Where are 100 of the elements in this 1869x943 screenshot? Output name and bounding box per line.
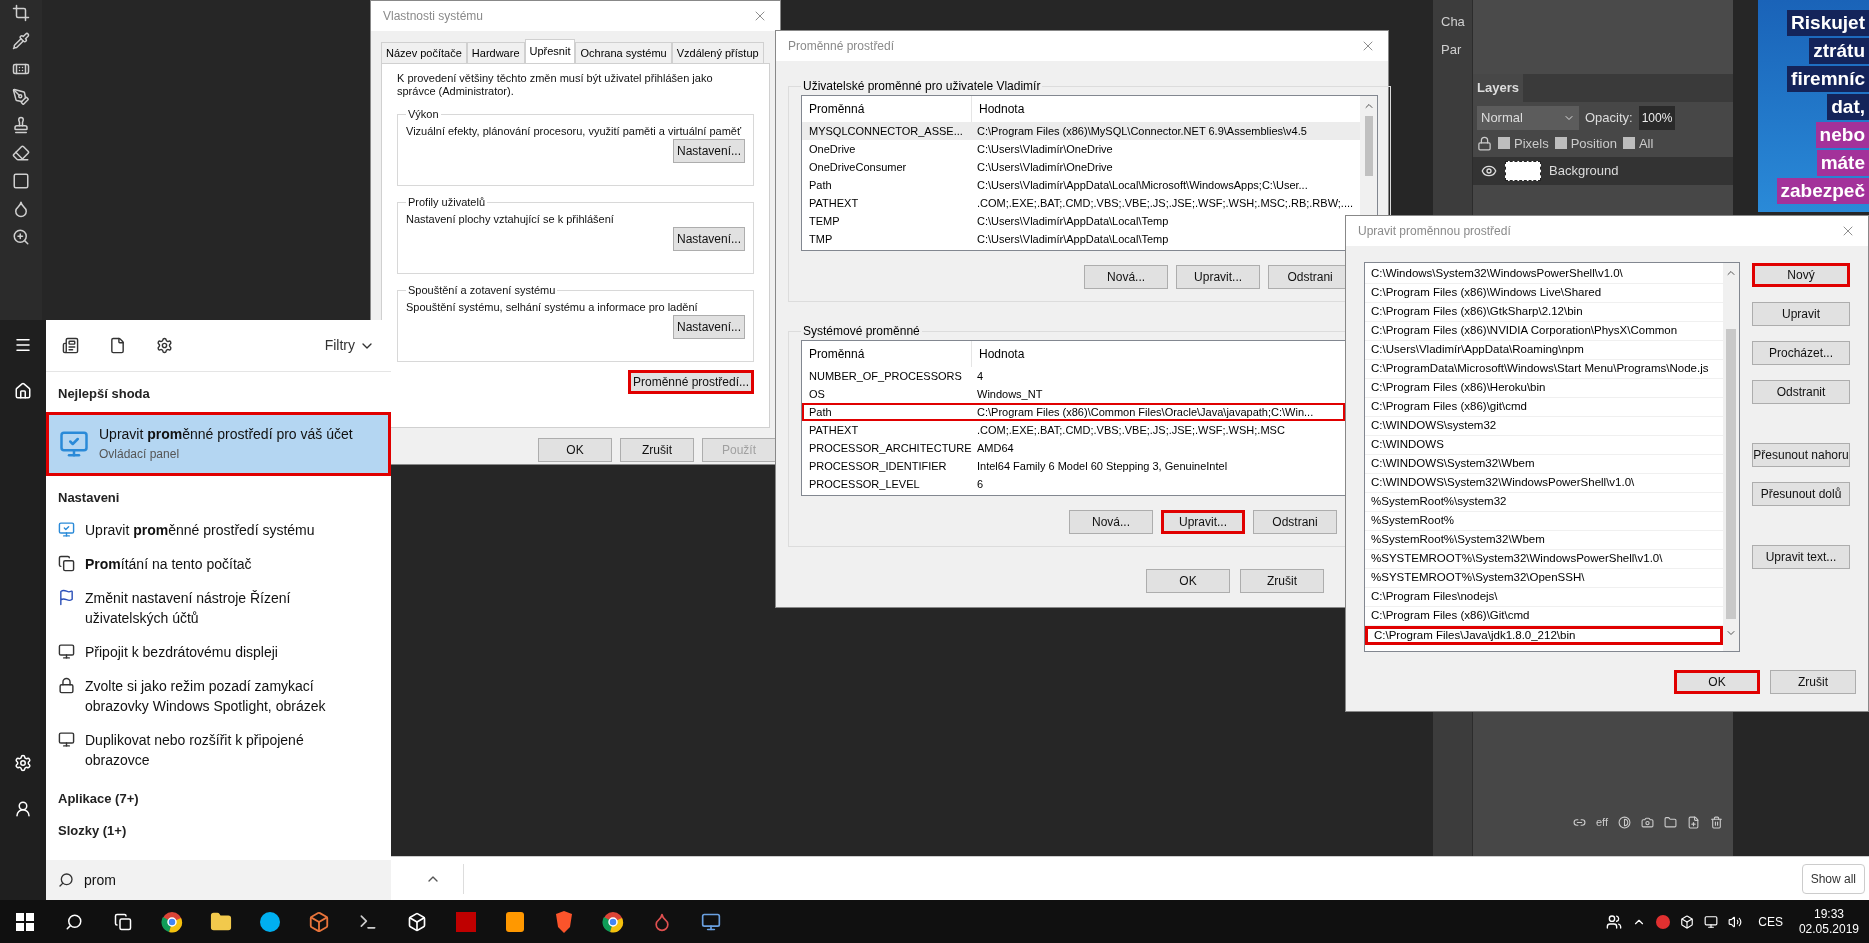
dialog-button[interactable]: Upravit text... xyxy=(1752,545,1850,569)
pen-icon[interactable] xyxy=(12,88,30,106)
monitor-icon[interactable] xyxy=(1704,914,1719,929)
settings-result[interactable]: Připojit k bezdrátovému displeji xyxy=(46,635,391,669)
dialog-button[interactable]: Odstrani xyxy=(1253,510,1337,534)
dialog-button[interactable]: Zrušit xyxy=(1770,670,1856,694)
path-entry[interactable]: %SystemRoot%\system32 xyxy=(1365,493,1723,512)
settings-icon[interactable] xyxy=(156,337,173,354)
tab[interactable]: Ochrana systému xyxy=(575,42,672,63)
column-header[interactable]: Hodnota xyxy=(972,96,1361,122)
dialog-button[interactable]: Upravit... xyxy=(1161,510,1245,534)
variable-row[interactable]: PROCESSOR_IDENTIFIER Intel64 Family 6 Model 60 Stepping 3, GenuineIntel xyxy=(802,457,1345,475)
variable-row[interactable]: OneDrive C:\Users\Vladimír\OneDrive xyxy=(802,140,1361,158)
clock-time[interactable]: 19:33 xyxy=(1813,906,1844,922)
dialog-button[interactable]: Procházet... xyxy=(1752,341,1850,365)
variable-row[interactable]: PROCESSOR_LEVEL 6 xyxy=(802,475,1345,493)
path-entry[interactable]: C:\Users\Vladimír\AppData\Roaming\npm xyxy=(1365,341,1723,360)
path-entry[interactable]: C:\WINDOWS\System32\WindowsPowerShell\v1.0\ xyxy=(1365,474,1723,493)
dialog-button[interactable]: OK xyxy=(1146,569,1230,593)
contrast-icon[interactable] xyxy=(1618,815,1631,829)
variable-row[interactable]: OneDriveConsumer C:\Users\Vladimír\OneDrive xyxy=(802,158,1361,176)
settings-result[interactable]: Promítání na tento počítač xyxy=(46,547,391,581)
crop-icon[interactable] xyxy=(12,4,30,22)
people-icon[interactable] xyxy=(1606,913,1623,930)
folder-icon[interactable] xyxy=(1664,815,1677,829)
path-entry[interactable]: %SYSTEMROOT%\System32\WindowsPowerShell\v1.0\ xyxy=(1365,550,1723,569)
stamp-icon[interactable] xyxy=(12,116,30,134)
blend-mode-select[interactable]: Normal xyxy=(1477,105,1579,130)
best-match-result[interactable]: Upravit proměnné prostředí pro váš účet Ovládací panel xyxy=(46,411,391,476)
path-entry[interactable]: C:\Program Files (x86)\git\cmd xyxy=(1365,398,1723,417)
layers-tab[interactable]: Layers xyxy=(1473,74,1523,102)
path-entry[interactable]: %SYSTEMROOT%\System32\OpenSSH\ xyxy=(1365,569,1723,588)
path-entry[interactable]: C:\Program Files (x86)\Heroku\bin xyxy=(1365,379,1723,398)
panel-tab[interactable]: Cha xyxy=(1433,12,1472,32)
tray-badge-icon[interactable] xyxy=(1656,914,1671,929)
tab[interactable]: Upřesnit xyxy=(524,39,576,63)
column-header[interactable]: Proměnná xyxy=(802,341,972,367)
scrollbar-thumb[interactable] xyxy=(1364,116,1373,176)
path-entry[interactable]: C:\Program Files (x86)\NVIDIA Corporation\PhysX\Common xyxy=(1365,322,1723,341)
path-entry[interactable]: %SystemRoot% xyxy=(1365,512,1723,531)
menu-icon[interactable] xyxy=(14,336,32,354)
variable-row[interactable]: MYSQLCONNECTOR_ASSE... C:\Program Files (x86)\MySQL\Connector.NET 6.9\Assemblies\v4.5 xyxy=(802,122,1361,140)
user-icon[interactable] xyxy=(14,800,32,818)
settings-result[interactable]: Zvolte si jako režim pozadí zamykací obrazovky Windows Spotlight, obrázek xyxy=(46,669,391,723)
category-heading[interactable]: Slozky (1+) xyxy=(46,808,391,840)
home-icon[interactable] xyxy=(14,382,32,400)
lock-checkbox[interactable] xyxy=(1498,137,1510,150)
lock-checkbox[interactable] xyxy=(1622,137,1635,150)
settings-result[interactable]: Duplikovat nebo rozšířit k připojené obrazovce xyxy=(46,723,391,777)
panel-tab[interactable]: Par xyxy=(1433,39,1472,59)
path-entry[interactable]: C:\Program Files\Java\jdk1.8.0_212\bin xyxy=(1365,626,1723,645)
category-heading[interactable]: Aplikace (7+) xyxy=(46,777,391,809)
path-entry[interactable]: C:\WINDOWS xyxy=(1365,436,1723,455)
tab[interactable]: Vzdálený přístup xyxy=(671,42,764,63)
path-entry[interactable]: C:\Program Files (x86)\Git\cmd xyxy=(1365,607,1723,626)
zoom-icon[interactable] xyxy=(12,228,30,246)
droplet-icon[interactable] xyxy=(12,200,30,218)
dialog-button[interactable]: OK xyxy=(538,438,612,462)
dialog-button[interactable]: Nová... xyxy=(1069,510,1153,534)
variable-row[interactable]: PATHEXT .COM;.EXE;.BAT;.CMD;.VBS;.VBE;.JS;.JSE;.WSF;.WSH;.MSC xyxy=(802,421,1345,439)
effects-button[interactable]: eff xyxy=(1595,813,1608,831)
dialog-button[interactable]: Nový xyxy=(1752,263,1850,287)
layer-row[interactable]: Background xyxy=(1473,157,1733,185)
variable-row[interactable]: Path C:\Users\Vladimír\AppData\Local\Microsoft\WindowsApps;C:\User... xyxy=(802,176,1361,194)
language-indicator[interactable]: CES xyxy=(1752,912,1789,931)
column-header[interactable]: Hodnota xyxy=(972,341,1345,367)
tab[interactable]: Název počítače xyxy=(381,42,467,63)
lock-checkbox[interactable] xyxy=(1554,137,1567,150)
eraser-icon[interactable] xyxy=(12,144,30,162)
variable-row[interactable]: PROCESSOR_ARCHITECTURE AMD64 xyxy=(802,439,1345,457)
path-entry[interactable]: C:\WINDOWS\System32\Wbem xyxy=(1365,455,1723,474)
settings-button[interactable]: Nastavení... xyxy=(673,315,745,339)
trash-icon[interactable] xyxy=(1710,815,1723,829)
new-layer-icon[interactable] xyxy=(1687,815,1700,829)
dialog-button[interactable]: Zrušit xyxy=(1240,569,1324,593)
environment-variables-button[interactable]: Proměnné prostředí... xyxy=(628,370,754,394)
dialog-button[interactable]: Odstranit xyxy=(1752,380,1850,404)
path-entry[interactable]: %SystemRoot%\System32\Wbem xyxy=(1365,531,1723,550)
news-icon[interactable] xyxy=(62,337,79,354)
box-icon[interactable] xyxy=(1680,914,1695,929)
show-all-button[interactable]: Show all xyxy=(1801,863,1865,894)
dialog-button[interactable]: Přesunout dolů xyxy=(1752,482,1850,506)
variable-row[interactable]: PATHEXT .COM;.EXE;.BAT;.CMD;.VBS;.VBE;.JS;.JSE;.WSF;.WSH;.MSC;.RB;.RBW;.... xyxy=(802,194,1361,212)
settings-result[interactable]: Změnit nastavení nástroje Řízení uživatelských účtů xyxy=(46,581,391,635)
scrollbar-thumb[interactable] xyxy=(1726,329,1736,619)
path-entry[interactable]: C:\Windows\System32\WindowsPowerShell\v1.0\ xyxy=(1365,265,1723,284)
settings-button[interactable]: Nastavení... xyxy=(673,139,745,163)
settings-result[interactable]: Upravit proměnné prostředí systému xyxy=(46,513,391,547)
dialog-button[interactable]: OK xyxy=(1674,670,1760,694)
variable-row[interactable]: OS Windows_NT xyxy=(802,385,1345,403)
opacity-field[interactable]: 100% xyxy=(1638,105,1676,130)
document-icon[interactable] xyxy=(109,337,126,354)
pipette-icon[interactable] xyxy=(12,32,30,50)
variable-row[interactable]: Path C:\Program Files (x86)\Common Files\Oracle\Java\javapath;C:\Win... xyxy=(802,403,1345,421)
clock-date[interactable]: 02.05.2019 xyxy=(1798,921,1859,937)
tab[interactable]: Hardware xyxy=(466,42,525,63)
volume-icon[interactable] xyxy=(1728,914,1743,929)
advertisement-banner[interactable]: Riskujet ztrátu firemníc dat, nebo máte zabezpeč xyxy=(1758,0,1869,212)
settings-button[interactable]: Nastavení... xyxy=(673,227,745,251)
dialog-button[interactable]: Přesunout nahoru xyxy=(1752,443,1850,467)
